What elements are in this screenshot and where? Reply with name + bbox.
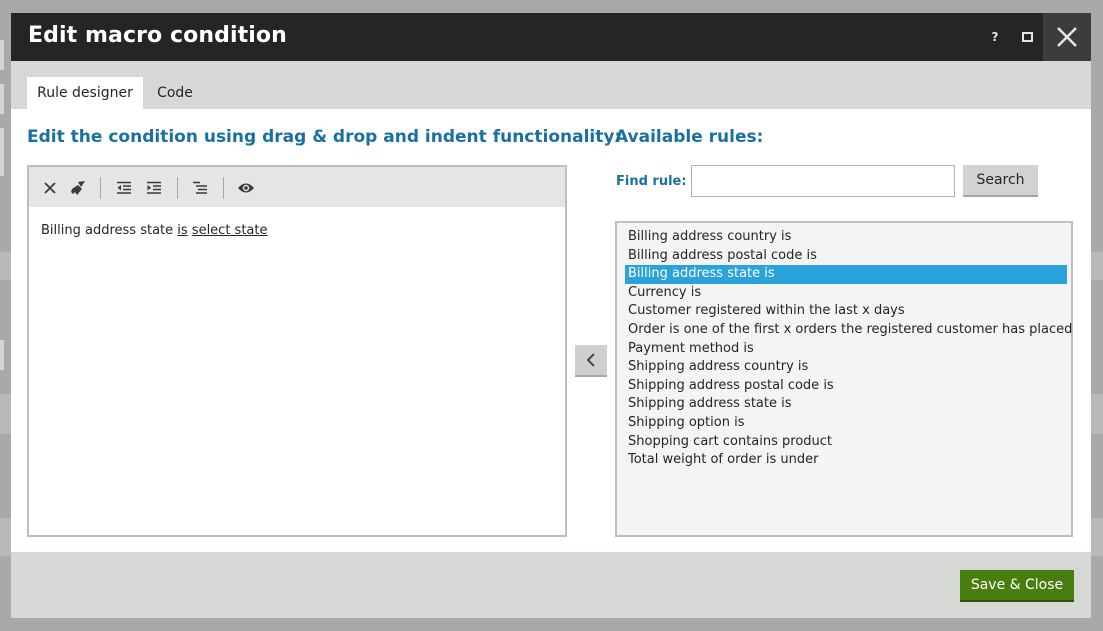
rule-item[interactable]: Shipping address state is [625, 395, 1067, 414]
preview-button[interactable] [233, 175, 259, 201]
toolbar-divider [223, 177, 224, 199]
dialog-title: Edit macro condition [28, 23, 287, 48]
dialog-titlebar: Edit macro condition ? [11, 13, 1091, 61]
indent-button[interactable] [141, 175, 167, 201]
tab-code[interactable]: Code [147, 77, 203, 109]
condition-rule: Billing address state is select state [41, 223, 268, 238]
outdent-button[interactable] [111, 175, 137, 201]
rule-item[interactable]: Payment method is [625, 340, 1067, 359]
tab-rule-designer[interactable]: Rule designer [27, 77, 143, 109]
rules-heading: Available rules: [615, 127, 764, 147]
chevron-left-icon [586, 353, 595, 367]
macro-condition-dialog: Edit macro condition ? Rule designer Cod… [11, 13, 1091, 618]
clear-button[interactable] [65, 175, 91, 201]
dialog-footer: Save & Close [11, 552, 1091, 618]
background-edge [0, 340, 4, 370]
find-rule-input[interactable] [691, 165, 955, 197]
tab-bar: Rule designer Code [11, 61, 1091, 109]
background-edge [0, 128, 4, 176]
delete-button[interactable] [37, 175, 63, 201]
toolbar-divider [177, 177, 178, 199]
rule-item[interactable]: Customer registered within the last x da… [625, 302, 1067, 321]
rule-item[interactable]: Shipping address country is [625, 358, 1067, 377]
help-icon: ? [991, 30, 999, 44]
find-rule-label: Find rule: [616, 174, 687, 189]
rule-item[interactable]: Billing address state is [625, 265, 1067, 284]
editor-toolbar [29, 167, 565, 207]
rule-item[interactable]: Billing address postal code is [625, 247, 1067, 266]
rule-item[interactable]: Shipping option is [625, 414, 1067, 433]
condition-value-link[interactable]: select state [192, 223, 268, 238]
delete-icon [44, 182, 56, 194]
search-button[interactable]: Search [963, 165, 1038, 197]
help-button[interactable]: ? [981, 13, 1009, 61]
rule-item[interactable]: Currency is [625, 284, 1067, 303]
rule-item[interactable]: Total weight of order is under [625, 451, 1067, 470]
background-edge [0, 84, 4, 114]
condition-operator-link[interactable]: is [177, 223, 187, 238]
close-icon [1057, 27, 1077, 47]
align-button[interactable] [187, 175, 213, 201]
available-rules-list: Billing address country is Billing addres… [615, 221, 1073, 537]
align-icon [193, 181, 207, 194]
rule-item[interactable]: Shopping cart contains product [625, 433, 1067, 452]
outdent-icon [117, 181, 131, 194]
save-close-button[interactable]: Save & Close [960, 570, 1074, 602]
clear-icon [71, 181, 85, 195]
editor-heading: Edit the condition using drag & drop and… [27, 127, 622, 147]
rule-item[interactable]: Order is one of the first x orders the r… [625, 321, 1072, 340]
add-rule-button[interactable] [575, 345, 607, 377]
close-button[interactable] [1043, 13, 1091, 61]
maximize-button[interactable] [1013, 13, 1041, 61]
maximize-icon [1021, 32, 1033, 42]
condition-editor: Billing address state is select state [27, 165, 567, 537]
rule-item[interactable]: Shipping address postal code is [625, 377, 1067, 396]
background-edge [0, 40, 4, 70]
preview-icon [238, 183, 254, 193]
rule-item[interactable]: Billing address country is [625, 228, 1067, 247]
condition-text: Billing address state [41, 223, 178, 238]
toolbar-divider [100, 177, 101, 199]
indent-icon [147, 181, 161, 194]
